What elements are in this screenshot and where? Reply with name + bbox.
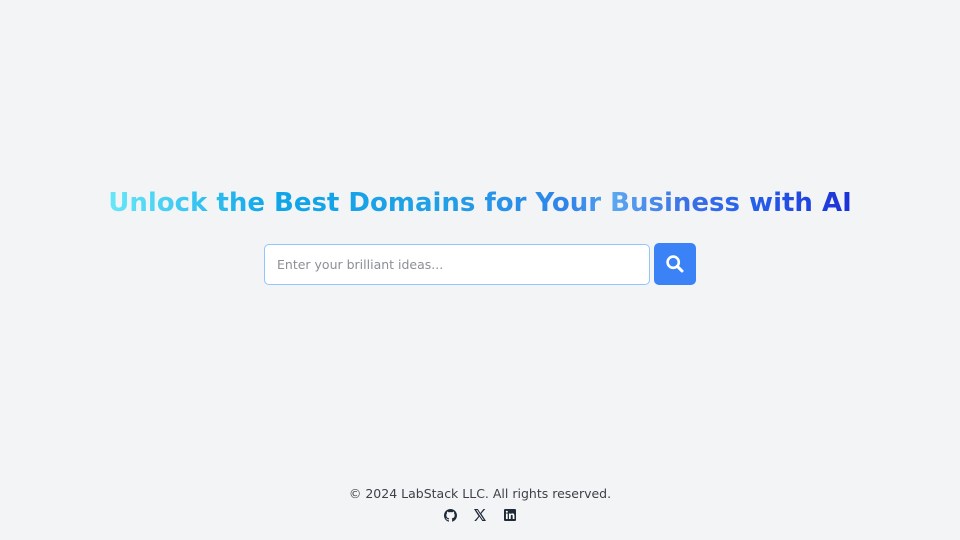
page-title: Unlock the Best Domains for Your Busines… xyxy=(108,185,852,221)
github-icon xyxy=(443,508,457,522)
search-icon xyxy=(666,255,684,273)
search-input[interactable] xyxy=(264,243,650,285)
github-link[interactable] xyxy=(443,508,457,522)
social-links xyxy=(443,508,517,522)
linkedin-icon xyxy=(504,509,516,521)
search-button[interactable] xyxy=(654,243,696,285)
x-link[interactable] xyxy=(473,508,487,522)
linkedin-link[interactable] xyxy=(503,508,517,522)
page: Unlock the Best Domains for Your Busines… xyxy=(0,0,960,540)
footer: © 2024 LabStack LLC. All rights reserved… xyxy=(0,486,960,522)
copyright-text: © 2024 LabStack LLC. All rights reserved… xyxy=(348,486,612,501)
hero-section: Unlock the Best Domains for Your Busines… xyxy=(0,185,960,285)
x-icon xyxy=(474,509,486,521)
search-bar xyxy=(264,243,696,285)
